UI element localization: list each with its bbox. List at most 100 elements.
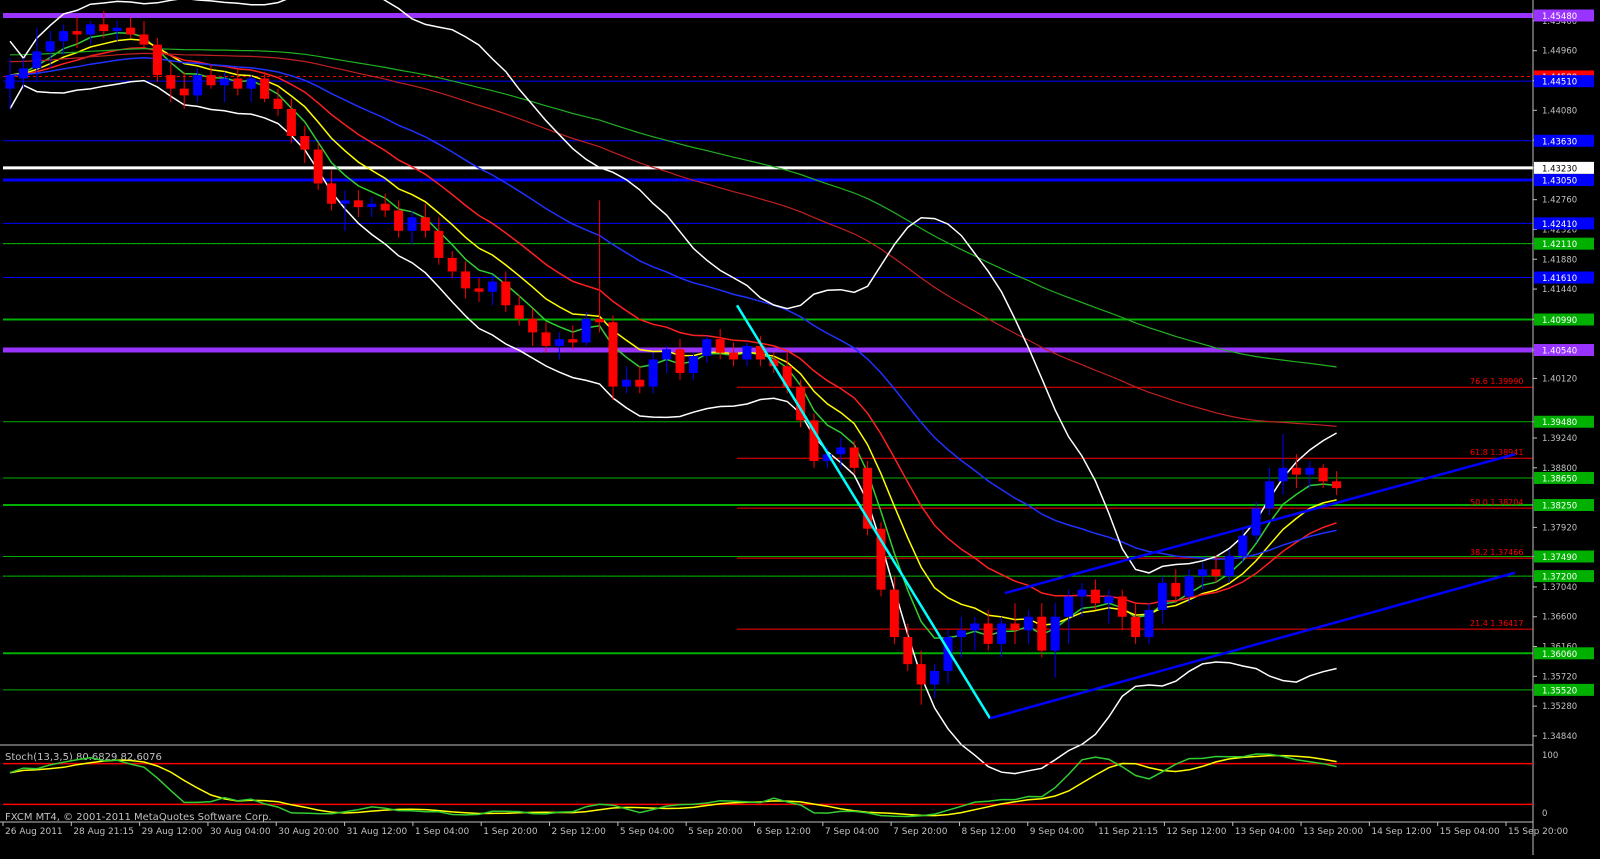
candle-body: [166, 75, 176, 89]
price-tag-label: 1.42110: [1542, 240, 1577, 250]
chart-canvas[interactable]: 76.6 1.39990 61.8 1.38941 50.0 1.38204 38.2…: [0, 0, 1600, 855]
forex-chart-window[interactable]: 76.6 1.39990 61.8 1.38941 50.0 1.38204 38.2…: [0, 0, 1600, 855]
price-tag-label: 1.40990: [1542, 316, 1577, 326]
fib-level-label: 61.8 1.38941: [1470, 448, 1523, 457]
candle-body: [608, 322, 618, 387]
candle-body: [99, 24, 109, 32]
candle-body: [889, 589, 899, 638]
candle-body: [970, 623, 980, 631]
price-tick-label: 1.36600: [1542, 613, 1577, 623]
candle-body: [1171, 582, 1181, 597]
price-tag: 1.40990: [1534, 313, 1594, 326]
price-tag: 1.42410: [1534, 217, 1594, 230]
candle-body: [85, 24, 95, 35]
price-tag-label: 1.41610: [1542, 274, 1577, 284]
fib-level-label: 21.4 1.36417: [1470, 619, 1523, 628]
price-tag: 1.40540: [1534, 343, 1594, 356]
price-tag: 1.39480: [1534, 415, 1594, 428]
candle-body: [367, 203, 377, 208]
candle-body: [1265, 481, 1275, 509]
candle-body: [501, 281, 511, 306]
candle-body: [1010, 623, 1020, 631]
fib-level-label: 50.0 1.38204: [1470, 498, 1523, 507]
time-tick-label: 14 Sep 12:00: [1371, 827, 1431, 837]
stoch-axis-label: 0: [1542, 809, 1547, 819]
candle-body: [1077, 589, 1087, 597]
candle-body: [514, 305, 524, 319]
time-tick-label: 30 Aug 20:00: [278, 827, 339, 837]
candle-body: [206, 75, 216, 86]
candle-body: [72, 31, 82, 35]
time-tick-label: 2 Sep 12:00: [552, 827, 607, 837]
price-tag: 1.43230: [1534, 161, 1594, 174]
price-tick-label: 1.44960: [1542, 47, 1577, 57]
price-tick-label: 1.35720: [1542, 672, 1577, 682]
candle-body: [1037, 616, 1047, 651]
candle-body: [1064, 596, 1074, 617]
candle-body: [300, 136, 310, 150]
time-tick-label: 28 Aug 21:15: [73, 827, 134, 837]
time-tick-label: 15 Sep 04:00: [1440, 827, 1500, 837]
candle-body: [233, 78, 243, 89]
price-tick-label: 1.44080: [1542, 106, 1577, 116]
candle-body: [1090, 589, 1100, 604]
price-tag: 1.45480: [1534, 9, 1594, 22]
fib-level-label: 38.2 1.37466: [1470, 548, 1523, 557]
time-tick-label: 15 Sep 20:00: [1508, 827, 1568, 837]
time-tick-label: 29 Aug 12:00: [142, 827, 203, 837]
candle-body: [930, 670, 940, 685]
candle-body: [554, 339, 564, 346]
candle-body: [916, 664, 926, 685]
price-tag-label: 1.37200: [1542, 573, 1577, 583]
price-tick-label: 1.40120: [1542, 374, 1577, 384]
candle-body: [903, 637, 913, 665]
price-tag-label: 1.44510: [1542, 78, 1577, 88]
candle-body: [407, 217, 417, 231]
candle-body: [394, 210, 404, 231]
time-tick-label: 9 Sep 04:00: [1030, 827, 1085, 837]
candle-body: [152, 44, 162, 76]
price-tag-label: 1.43230: [1542, 164, 1577, 174]
candle-body: [1104, 596, 1114, 604]
candle-body: [246, 78, 256, 89]
candle-body: [635, 379, 645, 387]
price-tag: 1.43630: [1534, 134, 1594, 147]
price-tag: 1.35520: [1534, 683, 1594, 696]
price-tag-label: 1.38650: [1542, 474, 1577, 484]
candle-body: [1023, 616, 1033, 631]
time-tick-label: 8 Sep 12:00: [961, 827, 1016, 837]
price-tag-label: 1.38250: [1542, 502, 1577, 512]
time-tick-label: 5 Sep 20:00: [688, 827, 743, 837]
candle-body: [1050, 616, 1060, 651]
platform-watermark: FXCM MT4, © 2001-2011 MetaQuotes Softwar…: [5, 812, 272, 823]
candle-body: [983, 623, 993, 644]
candle-body: [702, 339, 712, 357]
candle-body: [956, 630, 966, 638]
time-tick-label: 11 Sep 21:15: [1098, 827, 1158, 837]
price-tag-label: 1.45480: [1542, 12, 1577, 22]
price-tag-label: 1.37490: [1542, 553, 1577, 563]
price-tag: 1.37200: [1534, 570, 1594, 583]
candle-body: [849, 447, 859, 468]
time-tick-label: 7 Sep 20:00: [893, 827, 948, 837]
candle-body: [688, 356, 698, 373]
candle-body: [126, 27, 136, 35]
candle-body: [461, 271, 471, 289]
candle-body: [313, 149, 323, 184]
time-tick-label: 1 Sep 04:00: [415, 827, 470, 837]
candle-body: [662, 349, 672, 360]
candle-body: [715, 339, 725, 353]
candle-body: [1198, 569, 1208, 577]
candle-body: [219, 78, 229, 86]
candle-body: [742, 345, 752, 360]
candle-body: [487, 281, 497, 292]
candle-body: [648, 359, 658, 387]
candle-body: [1318, 467, 1328, 482]
price-tag-label: 1.36060: [1542, 650, 1577, 660]
candle-body: [675, 349, 685, 373]
candle-body: [273, 98, 283, 109]
candle-body: [1224, 555, 1234, 577]
price-tag: 1.38250: [1534, 499, 1594, 512]
candle-body: [1238, 535, 1248, 556]
price-tag: 1.36060: [1534, 647, 1594, 660]
